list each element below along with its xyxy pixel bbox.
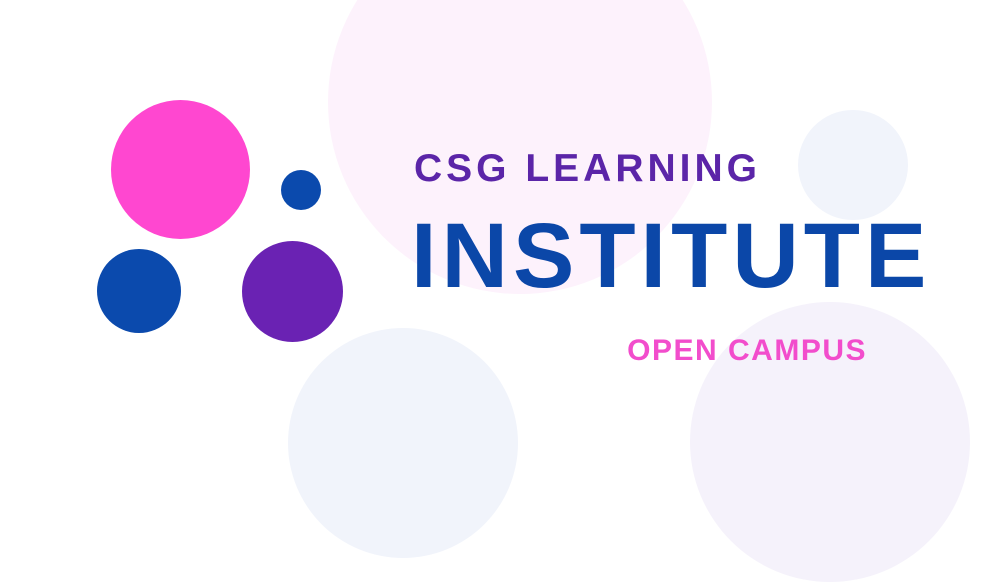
background-circle-bottom [288,328,518,558]
logo-purple-dot [242,241,343,342]
logo-pink-dot [111,100,250,239]
tagline: OPEN CAMPUS [627,334,867,367]
brand-name-line2: INSTITUTE [411,205,932,307]
brand-name-line1: CSG LEARNING [414,147,762,190]
background-circle-right [798,110,908,220]
logo-small-navy-dot [281,170,321,210]
logo-navy-dot [97,249,181,333]
